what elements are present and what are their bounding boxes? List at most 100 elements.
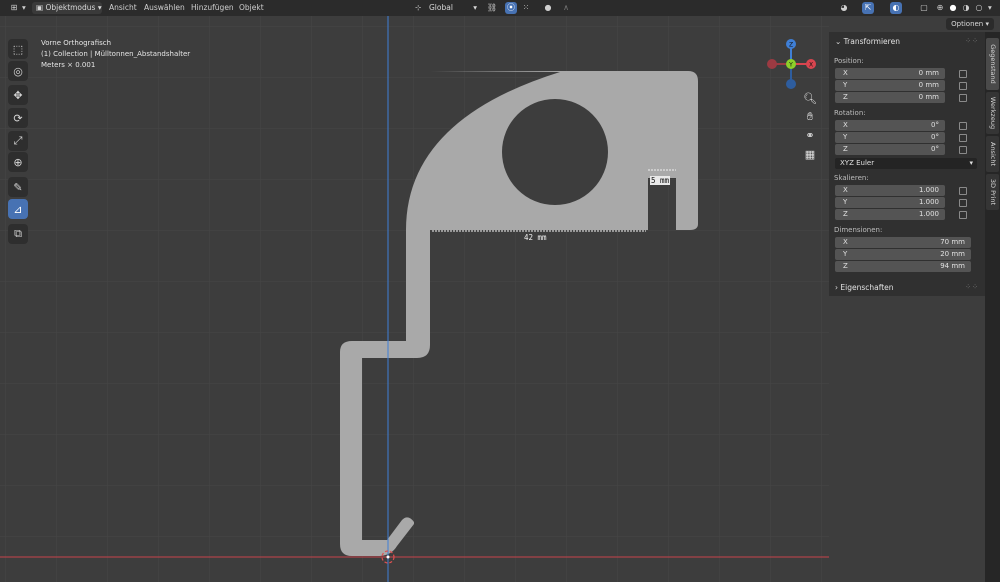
measure-icon: ⊿	[13, 202, 23, 216]
dimensions-z-field[interactable]: Z 94 mm	[835, 261, 971, 272]
snap-icon[interactable]: ⦿	[505, 2, 517, 14]
falloff-icon[interactable]: ∧	[560, 2, 572, 14]
rendered-shading-icon[interactable]: ○	[973, 2, 985, 14]
position-z-value: 0 mm	[918, 93, 939, 101]
position-x-field[interactable]: X0 mm	[835, 68, 945, 79]
wireframe-shading-icon[interactable]: ⊕	[934, 2, 946, 14]
lock-icon[interactable]	[959, 70, 967, 78]
rotation-mode-dropdown[interactable]: XYZ Euler ▾	[835, 158, 977, 169]
3d-viewport[interactable]: Z X Y Vorne Orthografisch (1) Collection…	[0, 16, 829, 582]
rotation-z-value: 0°	[931, 145, 939, 153]
ortho-grid-icon[interactable]: ▦	[802, 147, 818, 163]
shading-options-caret-icon[interactable]: ▾	[988, 0, 992, 16]
lock-icon[interactable]	[959, 134, 967, 142]
editor-type-caret-icon[interactable]: ▾	[22, 0, 26, 16]
chevron-down-icon: ⌄	[835, 37, 844, 46]
cursor-icon: ◎	[13, 64, 23, 78]
solid-shading-icon[interactable]: ●	[947, 2, 959, 14]
drag-handle-icon[interactable]: ⁘⁘	[965, 37, 979, 45]
pan-hand-icon[interactable]: ✋︎	[802, 109, 818, 125]
pivot-point-icon[interactable]: ⛓	[486, 2, 498, 14]
menu-ansicht[interactable]: Ansicht	[109, 0, 137, 16]
camera-view-icon[interactable]: ⚭	[802, 128, 818, 144]
transform-tool[interactable]: ⊕	[8, 152, 28, 172]
chevron-down-icon: ▾	[473, 3, 477, 12]
rotate-tool[interactable]: ⟳	[8, 108, 28, 128]
sidebar-tabs: Gegenstand Werkzeug Ansicht 3D Print	[985, 32, 1000, 582]
move-icon: ✥	[13, 88, 23, 102]
annotate-tool[interactable]: ✎	[8, 177, 28, 197]
position-z-field[interactable]: Z0 mm	[835, 92, 945, 103]
rotation-y-value: 0°	[931, 133, 939, 141]
position-y-field[interactable]: Y0 mm	[835, 80, 945, 91]
lock-icon[interactable]	[959, 211, 967, 219]
gizmo-neg-x-handle[interactable]	[767, 59, 777, 69]
transform-title: Transformieren	[843, 37, 900, 46]
lock-icon[interactable]	[959, 94, 967, 102]
cursor-tool[interactable]: ◎	[8, 61, 28, 81]
lock-icon[interactable]	[959, 187, 967, 195]
rotation-z-field[interactable]: Z 0°	[835, 144, 945, 155]
scale-y-field[interactable]: Y 1.000	[835, 197, 945, 208]
snap-target-icon[interactable]: ⁙	[520, 2, 532, 14]
mode-dropdown[interactable]: ▣ Objektmodus ▾	[32, 2, 102, 14]
properties-panel-header[interactable]: › Eigenschaften	[835, 282, 894, 294]
overlay-toggle-icon[interactable]: ◐	[890, 2, 902, 14]
menu-auswaehlen[interactable]: Auswählen	[144, 0, 185, 16]
scale-z-field[interactable]: Z 1.000	[835, 209, 945, 220]
scale-icon: ⤢	[13, 134, 23, 147]
gizmo-y-label: Y	[788, 62, 793, 69]
transform-orientation-dropdown[interactable]: Global ▾	[425, 2, 481, 14]
rotation-y-field[interactable]: Y 0°	[835, 132, 945, 143]
collection-info: (1) Collection | Mülltonnen_Abstandshalt…	[41, 50, 191, 58]
move-tool[interactable]: ✥	[8, 85, 28, 105]
visibility-icon[interactable]: ◕	[838, 2, 850, 14]
position-label: Position:	[834, 57, 864, 65]
lock-icon[interactable]	[959, 146, 967, 154]
units-info: Meters × 0.001	[41, 61, 96, 69]
chevron-down-icon: ▾	[97, 3, 102, 12]
dimensions-x-field[interactable]: X 70 mm	[835, 237, 971, 248]
rotation-mode-value: XYZ Euler	[840, 159, 875, 167]
drag-handle-icon[interactable]: ⁘⁘	[965, 283, 979, 291]
position-y-value: 0 mm	[918, 81, 939, 89]
gizmo-z-label: Z	[789, 42, 793, 49]
xray-icon[interactable]: ▢	[918, 2, 930, 14]
menu-objekt[interactable]: Objekt	[239, 0, 264, 16]
tab-3d-print[interactable]: 3D Print	[986, 174, 999, 210]
select-box-tool[interactable]: ⬚	[8, 39, 28, 59]
gizmo-toggle-icon[interactable]: ⇱	[862, 2, 874, 14]
menu-hinzufuegen[interactable]: Hinzufügen	[191, 0, 234, 16]
annotate-icon: ✎	[13, 180, 23, 194]
lock-icon[interactable]	[959, 122, 967, 130]
scale-x-field[interactable]: X 1.000	[835, 185, 945, 196]
lock-icon[interactable]	[959, 82, 967, 90]
rotation-x-value: 0°	[931, 121, 939, 129]
orientation-label: Global	[429, 3, 453, 12]
editor-type-icon[interactable]: ⊞	[8, 2, 20, 14]
tab-werkzeug[interactable]: Werkzeug	[986, 92, 999, 134]
dimensions-z-value: 94 mm	[940, 262, 965, 270]
dimensions-x-value: 70 mm	[940, 238, 965, 246]
lock-icon[interactable]	[959, 199, 967, 207]
gizmo-x-label: X	[809, 62, 813, 69]
transform-panel-header[interactable]: ⌄ Transformieren	[835, 36, 900, 48]
viewport-canvas[interactable]: Z X Y	[0, 16, 829, 582]
measure-width-label: 42 mm	[524, 233, 547, 242]
zoom-icon[interactable]: 🔍︎	[802, 91, 818, 107]
rotation-label: Rotation:	[834, 109, 866, 117]
gizmo-neg-z-handle[interactable]	[786, 79, 796, 89]
tab-ansicht[interactable]: Ansicht	[986, 136, 999, 172]
options-dropdown[interactable]: Optionen ▾	[946, 18, 994, 30]
material-shading-icon[interactable]: ◑	[960, 2, 972, 14]
dimensions-y-value: 20 mm	[940, 250, 965, 258]
tab-gegenstand[interactable]: Gegenstand	[986, 38, 999, 90]
measure-tool[interactable]: ⊿	[8, 199, 28, 219]
rotation-x-field[interactable]: X 0°	[835, 120, 945, 131]
options-label: Optionen	[951, 20, 984, 28]
add-cube-tool[interactable]: ⧉	[8, 224, 28, 244]
scale-tool[interactable]: ⤢	[8, 131, 28, 151]
proportional-editing-icon[interactable]: ●	[542, 2, 554, 14]
scale-z-value: 1.000	[918, 210, 939, 218]
dimensions-y-field[interactable]: Y 20 mm	[835, 249, 971, 260]
